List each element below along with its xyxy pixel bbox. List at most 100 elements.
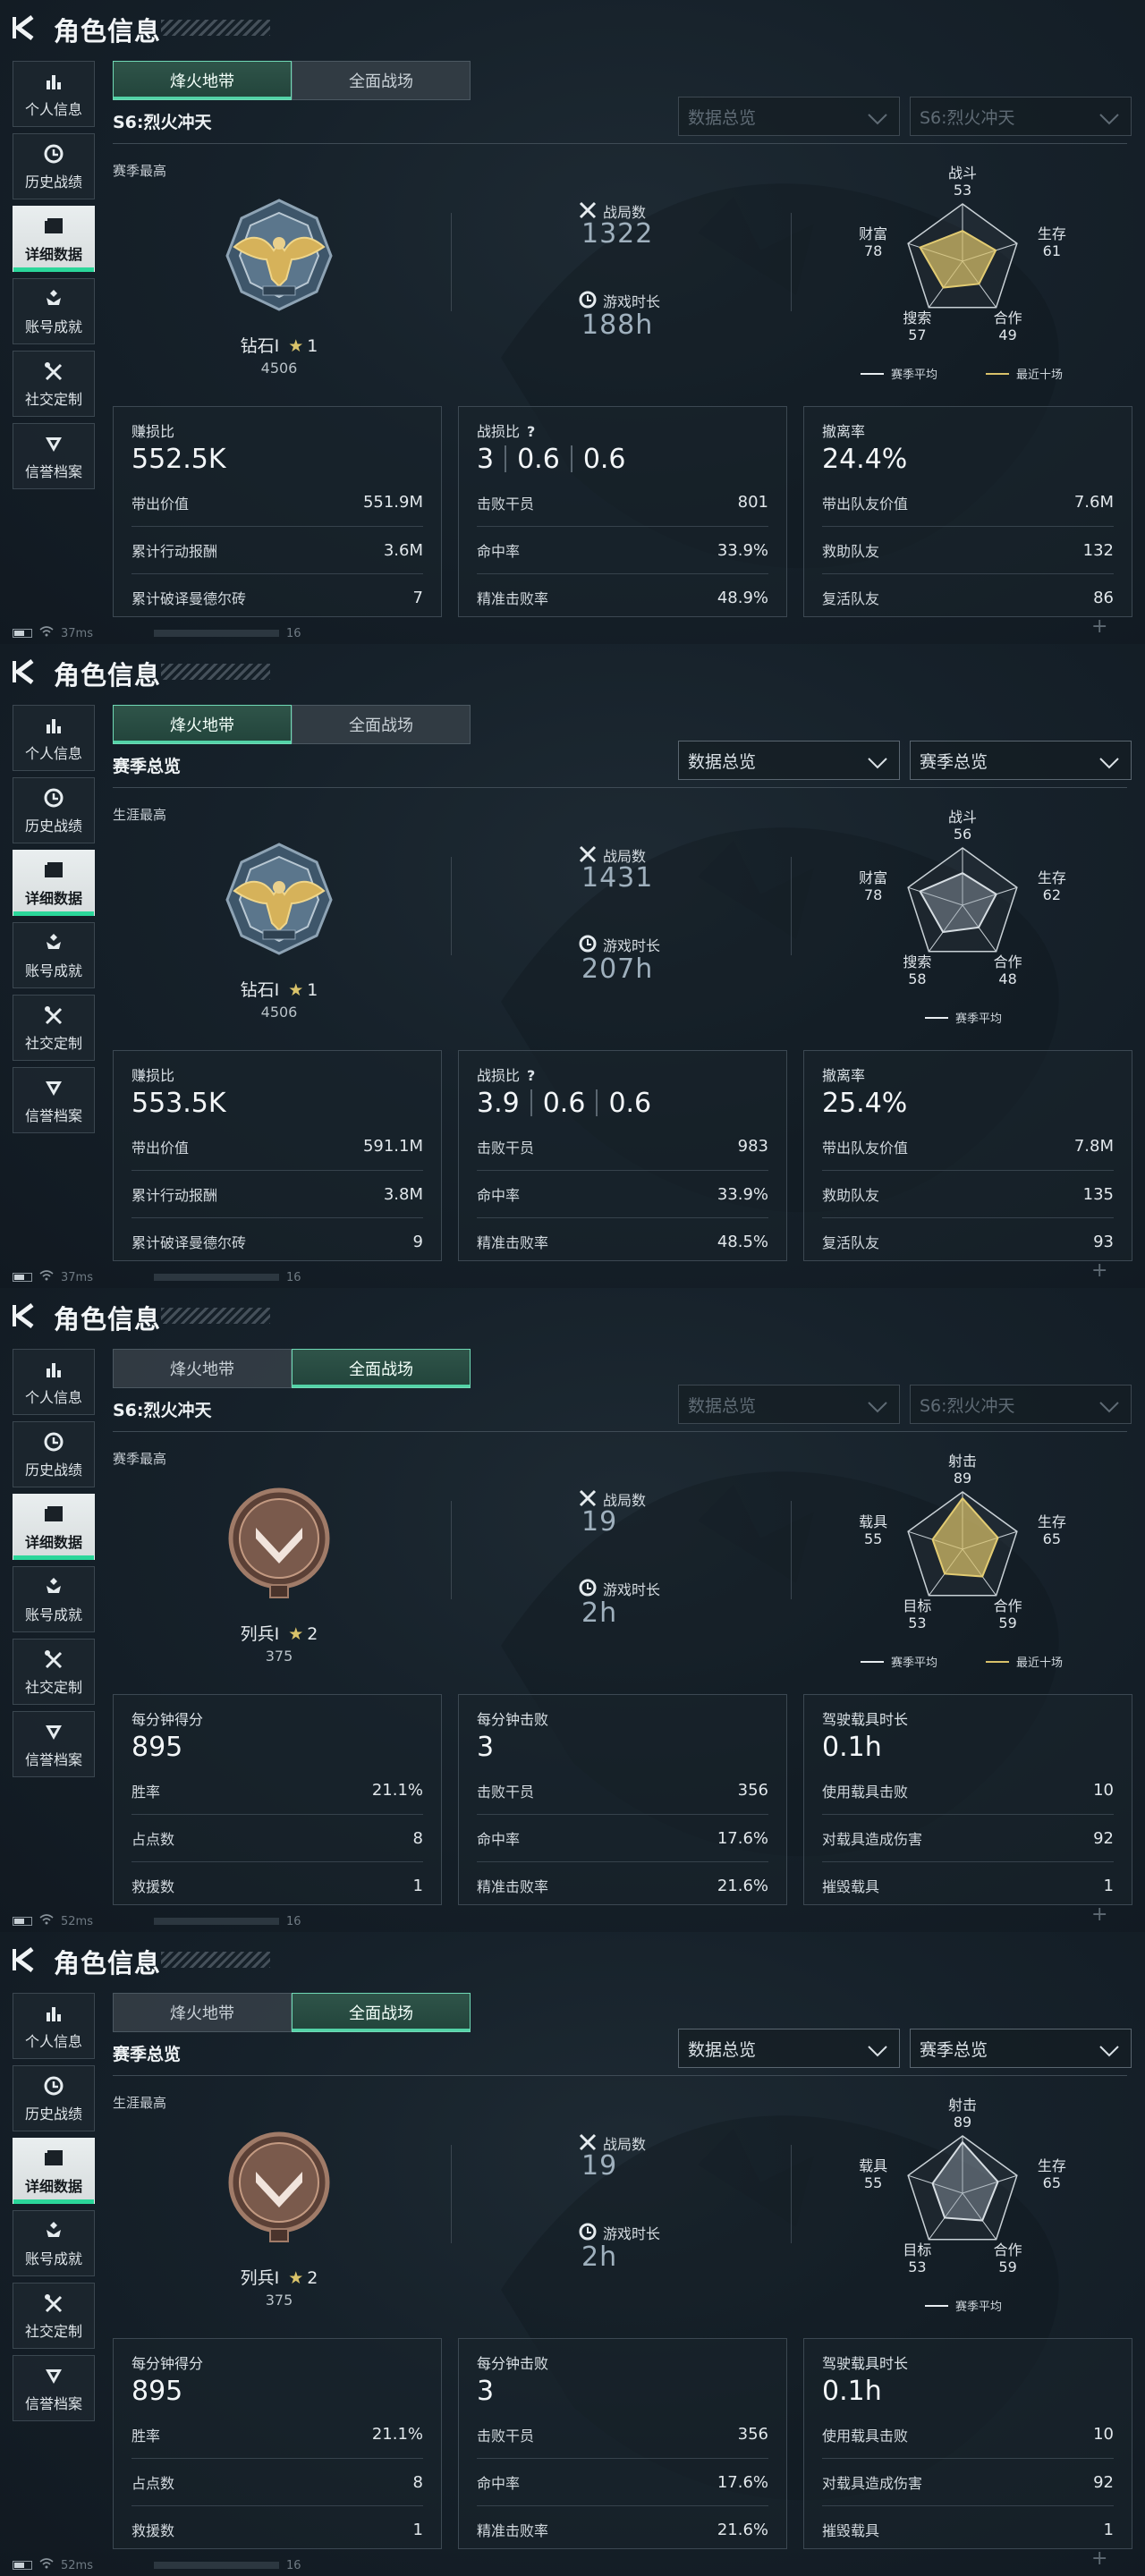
season-dropdown[interactable]: S6:烈火冲天: [910, 97, 1132, 136]
sidebar-item-history[interactable]: 历史战绩: [13, 2065, 95, 2131]
sidebar-item-social[interactable]: 社交定制: [13, 2283, 95, 2349]
details-icon: [41, 859, 66, 882]
chevron-down-icon: [1098, 1398, 1120, 1413]
radar-axis-name: 生存: [1037, 2157, 1066, 2175]
stat-row: 命中率 33.9%: [477, 1170, 768, 1217]
details-icon: [41, 215, 66, 238]
radar-axis-value: 58: [908, 970, 927, 987]
chevron-down-icon: [867, 1398, 888, 1413]
top-bar: 角色信息: [0, 644, 1145, 701]
dropdown-value: S6:烈火冲天: [920, 1395, 1015, 1416]
card-value: 3: [477, 1731, 495, 1763]
card-title: 战损比?: [477, 419, 768, 441]
stat-row-label: 救援数: [131, 2522, 175, 2539]
season-dropdown[interactable]: S6:烈火冲天: [910, 1385, 1132, 1424]
star-icon: ★: [288, 336, 304, 356]
sidebar-item-history[interactable]: 历史战绩: [13, 777, 95, 843]
card-title: 撤离率: [822, 419, 1114, 441]
ping-value: 37ms: [61, 626, 93, 640]
playtime-value: 188h: [581, 309, 654, 341]
stat-row-label: 复活队友: [822, 1234, 880, 1251]
stat-row-label: 累计破译曼德尔砖: [131, 590, 247, 607]
tab-mode-1[interactable]: 全面战场: [292, 61, 471, 100]
value-separator: [505, 445, 507, 472]
sidebar-item-profile[interactable]: 个人信息: [13, 1349, 95, 1415]
tab-mode-0[interactable]: 烽火地带: [113, 1349, 292, 1388]
sidebar-item-achievement[interactable]: 账号成就: [13, 1566, 95, 1632]
tab-mode-0[interactable]: 烽火地带: [113, 61, 292, 100]
stat-row: 累计行动报酬 3.8M: [131, 1170, 423, 1217]
clock-icon: [578, 290, 598, 309]
tab-mode-0[interactable]: 烽火地带: [113, 705, 292, 744]
stat-row-value: 93: [1093, 1232, 1114, 1251]
sidebar-item-profile[interactable]: 个人信息: [13, 705, 95, 771]
sidebar-item-history[interactable]: 历史战绩: [13, 1421, 95, 1487]
dropdown-value: 赛季总览: [920, 2039, 988, 2060]
tab-mode-1[interactable]: 全面战场: [292, 1993, 471, 2032]
tab-mode-1[interactable]: 全面战场: [292, 705, 471, 744]
sidebar-item-achievement[interactable]: 账号成就: [13, 922, 95, 988]
radar-axis-value: 89: [953, 2114, 972, 2131]
playtime-value: 207h: [581, 953, 654, 985]
back-icon[interactable]: [13, 1946, 43, 1973]
sidebar-item-credit[interactable]: 信誉档案: [13, 1067, 95, 1133]
stat-row-value: 10: [1093, 2425, 1114, 2444]
sidebar-item-social[interactable]: 社交定制: [13, 995, 95, 1061]
status-bar-track: [153, 630, 279, 637]
card-value: 553.5K: [131, 1087, 226, 1119]
sidebar-item-achievement[interactable]: 账号成就: [13, 2210, 95, 2276]
stat-row-value: 1: [1103, 2520, 1114, 2539]
sidebar-item-social[interactable]: 社交定制: [13, 351, 95, 417]
sidebar-item-profile[interactable]: 个人信息: [13, 61, 95, 127]
sidebar-item-details[interactable]: 详细数据: [13, 206, 95, 272]
stat-row-label: 击败干员: [477, 1783, 535, 1801]
data-type-dropdown[interactable]: 数据总览: [678, 97, 900, 136]
clock-icon: [578, 934, 598, 953]
season-dropdown[interactable]: 赛季总览: [910, 2029, 1132, 2068]
back-icon[interactable]: [13, 14, 43, 41]
help-icon[interactable]: ?: [527, 423, 535, 440]
stat-row-value: 356: [737, 1781, 768, 1800]
sidebar-item-social[interactable]: 社交定制: [13, 1639, 95, 1705]
sidebar-item-details[interactable]: 详细数据: [13, 850, 95, 916]
divider: [451, 213, 452, 311]
rank-title: 列兵Ⅰ: [240, 1624, 280, 1644]
sidebar-item-profile[interactable]: 个人信息: [13, 1993, 95, 2059]
sidebar-item-label: 详细数据: [24, 1533, 82, 1551]
card-main-value: 24.4%: [822, 443, 1114, 475]
card-title: 每分钟击败: [477, 2351, 768, 2373]
back-icon[interactable]: [13, 1302, 43, 1329]
sidebar-item-credit[interactable]: 信誉档案: [13, 2355, 95, 2421]
clock-icon: [578, 2222, 598, 2241]
stat-row-label: 救助队友: [822, 1187, 880, 1204]
sidebar-item-label: 账号成就: [24, 1606, 82, 1623]
stat-row: 带出价值 591.1M: [131, 1123, 423, 1170]
tab-mode-0[interactable]: 烽火地带: [113, 1993, 292, 2032]
sidebar-item-details[interactable]: 详细数据: [13, 2138, 95, 2204]
card-value: 0.1h: [822, 1731, 882, 1763]
tab-mode-1[interactable]: 全面战场: [292, 1349, 471, 1388]
stats-panel: 角色信息 个人信息 历史战绩详细数据 账号成就社交定制 信誉档案 烽火地带 全面战场赛季总览…: [0, 644, 1145, 1288]
radar-axis-name: 搜索: [903, 953, 932, 970]
top-bar: 角色信息: [0, 1288, 1145, 1345]
data-type-dropdown[interactable]: 数据总览: [678, 1385, 900, 1424]
card-title: 撤离率: [822, 1063, 1114, 1085]
top-bar: 角色信息: [0, 0, 1145, 57]
data-type-dropdown[interactable]: 数据总览: [678, 741, 900, 780]
back-icon[interactable]: [13, 658, 43, 685]
season-dropdown[interactable]: 赛季总览: [910, 741, 1132, 780]
radar-axis-value: 59: [998, 1614, 1017, 1631]
sidebar-item-achievement[interactable]: 账号成就: [13, 278, 95, 344]
sidebar-item-credit[interactable]: 信誉档案: [13, 1711, 95, 1777]
card-rows: 使用载具击败 10 对载具造成伤害 92 摧毁载具 1: [822, 2411, 1114, 2553]
rank-emblem-icon: [220, 2129, 338, 2245]
help-icon[interactable]: ?: [527, 1067, 535, 1084]
data-type-dropdown[interactable]: 数据总览: [678, 2029, 900, 2068]
sidebar-item-credit[interactable]: 信誉档案: [13, 423, 95, 489]
stat-row: 救助队友 132: [822, 526, 1114, 573]
radar-axis-label: 载具 55: [842, 1513, 904, 1547]
sidebar-item-history[interactable]: 历史战绩: [13, 133, 95, 199]
sidebar-item-details[interactable]: 详细数据: [13, 1494, 95, 1560]
sidebar-item-label: 信誉档案: [24, 1750, 82, 1768]
stat-row: 累计破译曼德尔砖 9: [131, 1217, 423, 1265]
